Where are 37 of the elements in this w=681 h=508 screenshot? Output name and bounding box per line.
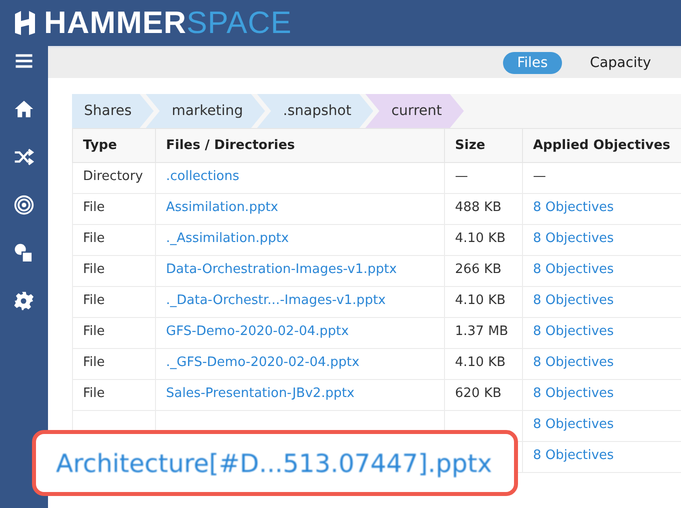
table-cell: File	[83, 386, 105, 401]
shapes-icon[interactable]	[13, 242, 35, 264]
table-cell: 1.37 MB	[455, 324, 508, 339]
table-cell: 4.10 KB	[455, 293, 506, 308]
view-tab[interactable]: Capacity	[576, 52, 665, 74]
table-cell: File	[83, 324, 105, 339]
table-cell: 266 KB	[455, 262, 502, 277]
table-cell: —	[533, 169, 546, 184]
table-cell: File	[83, 200, 105, 215]
view-tab[interactable]: Files	[503, 52, 562, 74]
table-cell: File	[83, 262, 105, 277]
breadcrumb-item[interactable]: marketing	[146, 94, 266, 128]
breadcrumb-item[interactable]: current	[365, 94, 464, 128]
table-cell: File	[83, 355, 105, 370]
home-icon[interactable]	[13, 98, 35, 120]
table-cell: 620 KB	[455, 386, 502, 401]
column-header: Applied Objectives	[522, 128, 681, 162]
table-cell: Directory	[83, 169, 143, 184]
file-link[interactable]: Assimilation.pptx	[166, 200, 278, 215]
column-header: Files / Directories	[156, 128, 444, 162]
callout-filename: Architecture[#D...513.07447].pptx	[56, 448, 492, 478]
target-icon[interactable]	[13, 194, 35, 216]
breadcrumb-item[interactable]: .snapshot	[257, 94, 374, 128]
settings-icon[interactable]	[13, 290, 35, 312]
table-cell: 4.10 KB	[455, 231, 506, 246]
shuffle-icon[interactable]	[13, 146, 35, 168]
column-header: Type	[72, 128, 156, 162]
breadcrumb-item[interactable]: Shares	[72, 94, 154, 128]
table-cell: File	[83, 293, 105, 308]
table-cell: —	[455, 169, 468, 184]
table-cell: File	[83, 231, 105, 246]
file-link[interactable]: .collections	[166, 169, 240, 184]
table-cell: 4.10 KB	[455, 355, 506, 370]
column-header: Size	[444, 128, 522, 162]
table-cell: 488 KB	[455, 200, 502, 215]
logo-icon	[12, 8, 38, 38]
logo-text: HAMMERSPACE	[44, 5, 292, 41]
